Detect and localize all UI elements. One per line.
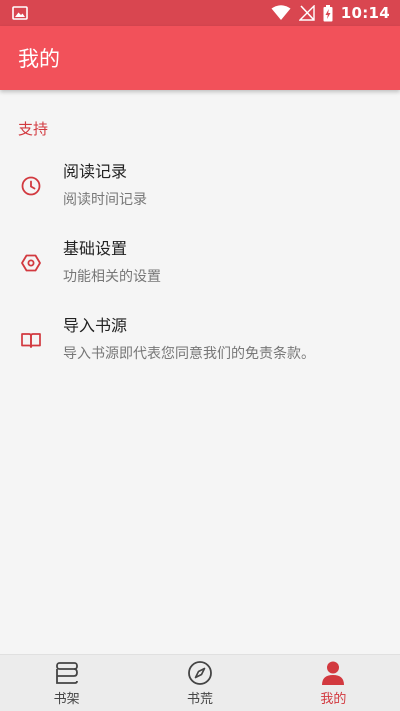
nav-mine[interactable]: 我的 bbox=[267, 655, 400, 711]
compass-icon bbox=[188, 660, 212, 685]
battery-charging-icon bbox=[323, 4, 333, 21]
item-subtitle: 阅读时间记录 bbox=[63, 192, 147, 208]
nav-label: 书架 bbox=[53, 691, 80, 707]
nav-label: 书荒 bbox=[186, 691, 213, 707]
nav-bookshelf[interactable]: 书架 bbox=[0, 655, 133, 711]
item-title: 阅读记录 bbox=[63, 162, 128, 181]
content-area: 支持 阅读记录 阅读时间记录 基础设置 功能相关的设置 导入书源 导入书源即代表… bbox=[0, 90, 400, 654]
open-book-icon bbox=[21, 333, 41, 348]
nav-discover[interactable]: 书荒 bbox=[133, 655, 266, 711]
basic-settings-item[interactable]: 基础设置 功能相关的设置 bbox=[0, 233, 400, 299]
settings-hexagon-icon bbox=[21, 254, 41, 272]
app-bar: 我的 bbox=[0, 26, 400, 90]
no-signal-icon bbox=[298, 5, 315, 21]
page-title: 我的 bbox=[18, 47, 60, 71]
wifi-icon bbox=[271, 5, 291, 20]
bottom-navigation: 书架 书荒 我的 bbox=[0, 654, 400, 711]
clock-icon bbox=[21, 176, 41, 196]
image-notification-icon bbox=[12, 6, 28, 20]
item-title: 导入书源 bbox=[63, 316, 128, 335]
import-book-source-item[interactable]: 导入书源 导入书源即代表您同意我们的免责条款。 bbox=[0, 310, 400, 376]
section-title: 支持 bbox=[18, 120, 49, 138]
bookshelf-icon bbox=[55, 661, 78, 684]
status-time: 10:14 bbox=[340, 4, 390, 22]
item-subtitle: 导入书源即代表您同意我们的免责条款。 bbox=[63, 346, 315, 362]
item-subtitle: 功能相关的设置 bbox=[63, 269, 161, 285]
item-title: 基础设置 bbox=[63, 239, 128, 258]
status-bar: 10:14 bbox=[0, 0, 400, 26]
nav-label: 我的 bbox=[320, 691, 347, 707]
reading-history-item[interactable]: 阅读记录 阅读时间记录 bbox=[0, 156, 400, 222]
person-icon bbox=[322, 661, 345, 685]
